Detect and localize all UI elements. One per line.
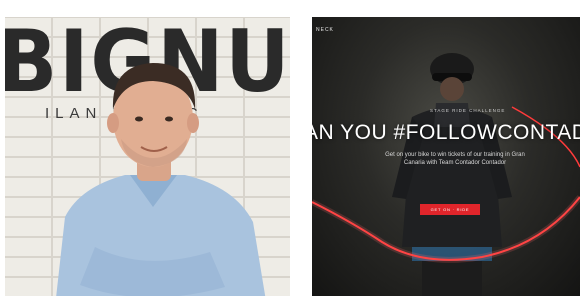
challenge-eyebrow: STAGE RIDE CHALLENGE: [430, 108, 506, 113]
campaign-screenshot: NECK STAGE RIDE CHALLENGE AN YOU #FOLLOW…: [312, 17, 580, 296]
cyclist-figure: [392, 53, 512, 296]
brand-logo: NECK: [316, 27, 334, 33]
campaign-headline: AN YOU #FOLLOWCONTADOR: [312, 121, 580, 144]
campaign-description: Get on your bike to win tickets of our t…: [385, 152, 525, 166]
cta-button[interactable]: GET ON · RIDE: [420, 204, 480, 215]
portrait-photo: BIGNUV ILAN NA ACC: [5, 17, 290, 296]
man-figure: [56, 63, 266, 296]
